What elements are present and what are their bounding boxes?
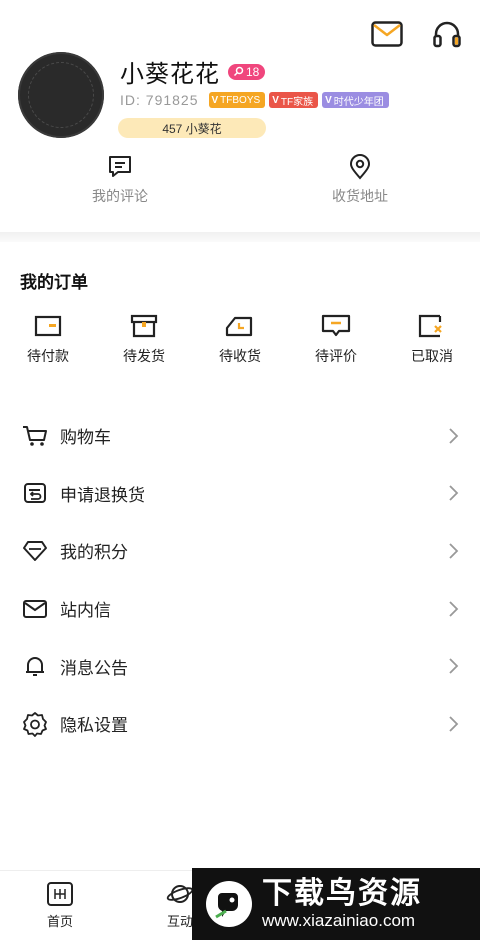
order-pending-receipt[interactable]: 待收货 [192, 314, 288, 366]
menu-item-label: 购物车 [60, 428, 111, 448]
location-icon [349, 154, 371, 180]
comment-icon [109, 156, 131, 177]
chevron-right-icon [449, 428, 459, 444]
order-cancelled[interactable]: 已取消 [384, 314, 480, 366]
order-status-label: 待评价 [315, 348, 357, 364]
tag-teens-in-times[interactable]: V 时代少年团 [322, 92, 389, 108]
settings-icon [22, 711, 48, 737]
chevron-right-icon [449, 600, 459, 617]
tag-label: TFBOYS [220, 94, 261, 106]
menu-item-label: 隐私设置 [60, 716, 128, 736]
menu-item-announcements[interactable]: 消息公告 [0, 637, 480, 695]
cancelled-icon [418, 314, 442, 338]
mail-icon[interactable] [370, 18, 404, 50]
headset-icon[interactable] [430, 18, 464, 50]
chevron-right-icon [449, 543, 459, 559]
tag-tfboys[interactable]: V TFBOYS [208, 92, 266, 108]
quick-link-address[interactable]: 收货地址 [240, 154, 480, 210]
order-status-row: 待付款 待发货 待收货 待评价 已取消 [0, 314, 480, 366]
order-pending-review[interactable]: 待评价 [288, 314, 384, 366]
envelope-icon [22, 596, 48, 622]
tab-label: 首页 [46, 914, 73, 929]
chevron-right-icon [449, 658, 459, 674]
menu-item-cart[interactable]: 购物车 [0, 407, 480, 465]
order-status-label: 待收货 [219, 348, 261, 364]
bell-icon [22, 653, 48, 679]
v-icon: V [325, 94, 332, 106]
avatar[interactable] [18, 52, 104, 138]
review-icon [321, 314, 351, 337]
user-id: ID: 791825 [120, 92, 199, 108]
quick-link-comments[interactable]: 我的评论 [0, 154, 240, 210]
tag-label: 时代少年团 [333, 96, 384, 108]
order-status-label: 待付款 [27, 348, 69, 364]
menu-item-label: 消息公告 [60, 658, 128, 678]
order-pending-shipment[interactable]: 待发货 [96, 314, 192, 366]
bird-logo-icon [206, 881, 252, 927]
menu-item-points[interactable]: 我的积分 [0, 522, 480, 580]
tab-home[interactable]: 首页 [0, 871, 120, 940]
quick-link-label: 收货地址 [332, 188, 388, 204]
quick-link-label: 我的评论 [92, 188, 148, 204]
orders-title: 我的订单 [20, 273, 88, 293]
settings-menu: 购物车 申请退换货 我的积分 站内信 消息公告 隐私设置 [0, 407, 480, 753]
order-status-label: 已取消 [411, 348, 453, 364]
watermark-banner: 下载鸟资源 www.xiazainiao.com [192, 868, 480, 940]
wallet-icon [34, 315, 62, 337]
package-icon [130, 314, 158, 338]
truck-icon [225, 316, 253, 337]
watermark-url: www.xiazainiao.com [262, 911, 416, 930]
tag-tf-family[interactable]: V TF家族 [269, 92, 319, 108]
watermark-title: 下载鸟资源 [262, 876, 422, 911]
chevron-right-icon [449, 485, 459, 502]
menu-item-label: 站内信 [60, 601, 111, 621]
v-icon: V [211, 94, 219, 106]
chevron-right-icon [449, 716, 459, 732]
top-actions [370, 18, 464, 50]
v-icon: V [272, 94, 279, 106]
quick-links: 我的评论 收货地址 [0, 154, 480, 210]
order-status-label: 待发货 [123, 348, 165, 364]
diamond-icon [22, 538, 48, 564]
menu-item-label: 申请退换货 [60, 485, 145, 505]
menu-item-returns[interactable]: 申请退换货 [0, 465, 480, 523]
section-divider [0, 232, 480, 242]
order-pending-payment[interactable]: 待付款 [0, 314, 96, 366]
user-name: 小葵花花 [120, 60, 220, 88]
search-key-icon [233, 66, 244, 77]
menu-item-privacy[interactable]: 隐私设置 [0, 695, 480, 753]
level-value: 18 [246, 64, 260, 79]
menu-item-inbox[interactable]: 站内信 [0, 580, 480, 638]
home-icon [47, 882, 73, 906]
return-icon [22, 480, 48, 506]
tab-label: 互动 [166, 914, 193, 929]
menu-item-label: 我的积分 [60, 543, 128, 563]
cart-icon [22, 423, 48, 449]
fans-count-pill[interactable]: 457 小葵花 [118, 118, 266, 138]
tag-label: TF家族 [280, 96, 314, 108]
planet-icon [166, 885, 194, 903]
profile-card: 小葵花花 18 ID: 791825 V TFBOYS V TF家族 V 时代少年团 … [18, 52, 480, 142]
level-badge: 18 [228, 63, 266, 80]
